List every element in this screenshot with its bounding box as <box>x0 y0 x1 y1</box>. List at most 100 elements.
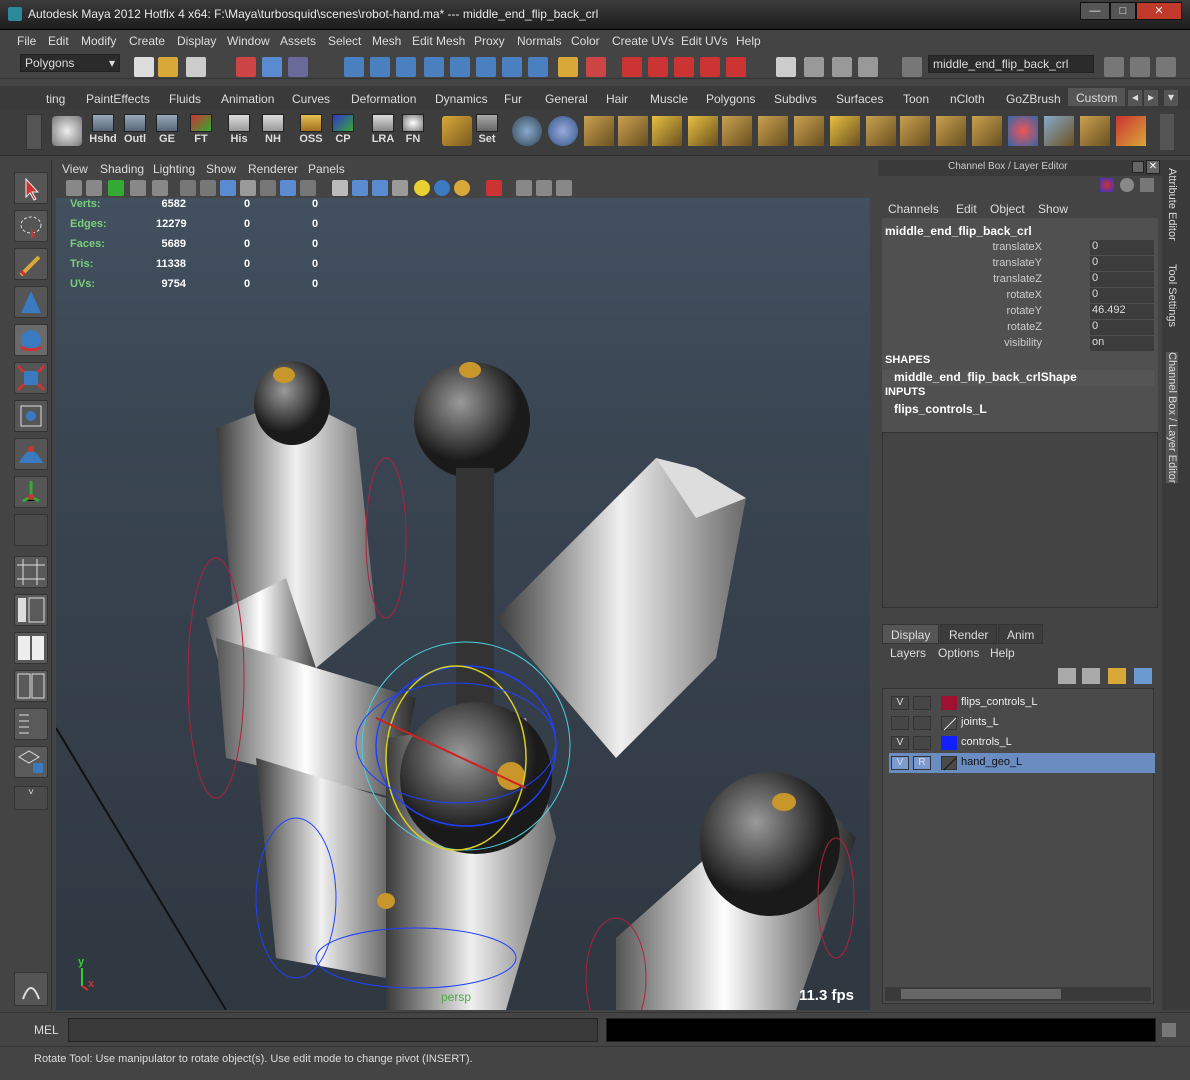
poly-tool-8-icon[interactable] <box>830 116 860 146</box>
image-plane-icon[interactable] <box>130 180 146 196</box>
layout-outliner-icon[interactable] <box>14 708 48 740</box>
resolution-gate-icon[interactable] <box>220 180 236 196</box>
show-manipulator-icon[interactable] <box>14 476 48 508</box>
pivot-tool-icon[interactable] <box>442 116 472 146</box>
input-node-item[interactable]: flips_controls_L <box>894 402 987 416</box>
select-by-joint-icon[interactable] <box>370 57 390 77</box>
layout-persp-outliner-icon[interactable] <box>14 594 48 626</box>
shelf-tab-custom[interactable]: Custom <box>1068 88 1126 106</box>
poly-tool-4-icon[interactable] <box>688 116 718 146</box>
layer-visibility-toggle[interactable]: V <box>891 756 909 770</box>
rotate-tool-icon[interactable] <box>14 324 48 356</box>
select-by-surface-icon[interactable] <box>424 57 444 77</box>
custom-script-icon[interactable] <box>52 116 82 146</box>
poly-tool-11-icon[interactable] <box>936 116 966 146</box>
channel-box-toggle-icon[interactable] <box>1156 57 1176 77</box>
high-quality-icon[interactable] <box>454 180 470 196</box>
menu-window[interactable]: Window <box>227 34 270 48</box>
safe-title-icon[interactable] <box>300 180 316 196</box>
viewport-menu-show[interactable]: Show <box>206 162 236 176</box>
shelf-btn-lra[interactable]: LRA <box>368 114 398 150</box>
shelf-btn-fn[interactable]: FN <box>398 114 428 150</box>
layer-menu-layers[interactable]: Layers <box>890 646 926 660</box>
menu-set-dropdown[interactable]: Polygons ▾ <box>20 54 120 72</box>
history-icon[interactable] <box>776 57 796 77</box>
shelf-scrollbar[interactable] <box>1160 114 1174 150</box>
select-component-icon[interactable] <box>288 57 308 77</box>
cb-menu-object[interactable]: Object <box>990 202 1025 216</box>
shelf-tab-polygons[interactable]: Polygons <box>706 90 755 108</box>
close-panel-icon[interactable]: ✕ <box>1146 160 1160 174</box>
layer-tab-display[interactable]: Display <box>882 624 940 644</box>
film-gate-icon[interactable] <box>200 180 216 196</box>
attr-row-translatez[interactable]: translateZ 0 <box>882 272 1154 288</box>
viewport-menu-shading[interactable]: Shading <box>100 162 144 176</box>
select-tool-icon[interactable] <box>14 172 48 204</box>
last-tool-slot-icon[interactable] <box>14 514 48 546</box>
shelf-tab-gozbrush[interactable]: GoZBrush <box>1006 90 1061 108</box>
cb-menu-edit[interactable]: Edit <box>956 202 977 216</box>
menu-edit-uvs[interactable]: Edit UVs <box>681 34 728 48</box>
lasso-tool-icon[interactable] <box>14 210 48 242</box>
viewport-menu-view[interactable]: View <box>62 162 88 176</box>
shelf-tab-fur[interactable]: Fur <box>504 90 522 108</box>
viewport-menu-renderer[interactable]: Renderer <box>248 162 298 176</box>
viewport-3d-scene[interactable]: Verts: 6582 0 0 Edges: 12279 0 0 Faces: … <box>56 198 870 1010</box>
textured-icon[interactable] <box>392 180 408 196</box>
select-by-handle-icon[interactable] <box>344 57 364 77</box>
layout-two-panes-icon[interactable] <box>14 632 48 664</box>
quick-selection-field[interactable]: middle_end_flip_back_crl <box>928 55 1094 73</box>
shelf-tab-subdivs[interactable]: Subdivs <box>774 90 817 108</box>
universal-manipulator-icon[interactable] <box>14 400 48 432</box>
open-scene-icon[interactable] <box>158 57 178 77</box>
bookmark-icon[interactable] <box>108 180 124 196</box>
side-tab-tool-settings[interactable]: Tool Settings <box>1166 264 1178 327</box>
layer-row-hand-geo[interactable]: V R hand_geo_L <box>889 753 1155 773</box>
viewport-menu-lighting[interactable]: Lighting <box>153 162 195 176</box>
shelf-btn-oss[interactable]: OSS <box>296 114 326 150</box>
cb-menu-channels[interactable]: Channels <box>888 202 939 216</box>
shelf-btn-cp[interactable]: CP <box>328 114 358 150</box>
menu-mesh[interactable]: Mesh <box>372 34 401 48</box>
layer-color-swatch[interactable] <box>941 716 957 731</box>
shelf-tab-curves[interactable]: Curves <box>292 90 330 108</box>
attribute-editor-toggle-icon[interactable] <box>1104 57 1124 77</box>
shelf-tab-ncloth[interactable]: nCloth <box>950 90 985 108</box>
move-tool-icon[interactable] <box>14 286 48 318</box>
snap-view-plane-icon[interactable] <box>700 57 720 77</box>
scrollbar-thumb[interactable] <box>901 989 1061 999</box>
layer-display-type-toggle[interactable]: R <box>913 756 931 770</box>
snap-grid-icon[interactable] <box>622 57 642 77</box>
shelf-tab-muscle[interactable]: Muscle <box>650 90 688 108</box>
lock-selection-icon[interactable] <box>558 57 578 77</box>
menu-display[interactable]: Display <box>177 34 216 48</box>
layer-display-type-toggle[interactable] <box>913 716 931 730</box>
shelf-btn-ge[interactable]: GE <box>152 114 182 150</box>
shelf-tab-hair[interactable]: Hair <box>606 90 628 108</box>
attr-row-rotatey[interactable]: rotateY 46.492 <box>882 304 1154 320</box>
shelf-tab-animation[interactable]: Animation <box>221 90 274 108</box>
side-tab-attribute-editor[interactable]: Attribute Editor <box>1166 168 1178 241</box>
menu-color[interactable]: Color <box>571 34 600 48</box>
poly-tool-5-icon[interactable] <box>722 116 752 146</box>
poly-tool-12-icon[interactable] <box>972 116 1002 146</box>
wire-on-shaded-icon[interactable] <box>372 180 388 196</box>
menu-help[interactable]: Help <box>736 34 761 48</box>
minimize-button[interactable]: — <box>1080 2 1110 20</box>
render-frame-icon[interactable] <box>804 57 824 77</box>
select-hierarchy-icon[interactable] <box>236 57 256 77</box>
layer-visibility-toggle[interactable]: V <box>891 696 909 710</box>
menu-create-uvs[interactable]: Create UVs <box>612 34 674 48</box>
layer-color-swatch[interactable] <box>941 756 957 771</box>
layer-row-controls[interactable]: V controls_L <box>889 733 1155 753</box>
layout-persp-graph-icon[interactable] <box>14 670 48 702</box>
poly-tool-2-icon[interactable] <box>618 116 648 146</box>
shelf-tab-painteffects[interactable]: PaintEffects <box>86 90 150 108</box>
wireframe-icon[interactable] <box>180 180 196 196</box>
ipr-render-icon[interactable] <box>832 57 852 77</box>
hyper-icon[interactable] <box>1140 178 1154 192</box>
attr-row-translatex[interactable]: translateX 0 <box>882 240 1154 256</box>
side-tab-channel-box[interactable]: Channel Box / Layer Editor <box>1166 352 1178 484</box>
layer-display-type-toggle[interactable] <box>913 736 931 750</box>
shelf-tab-deformation[interactable]: Deformation <box>351 90 416 108</box>
